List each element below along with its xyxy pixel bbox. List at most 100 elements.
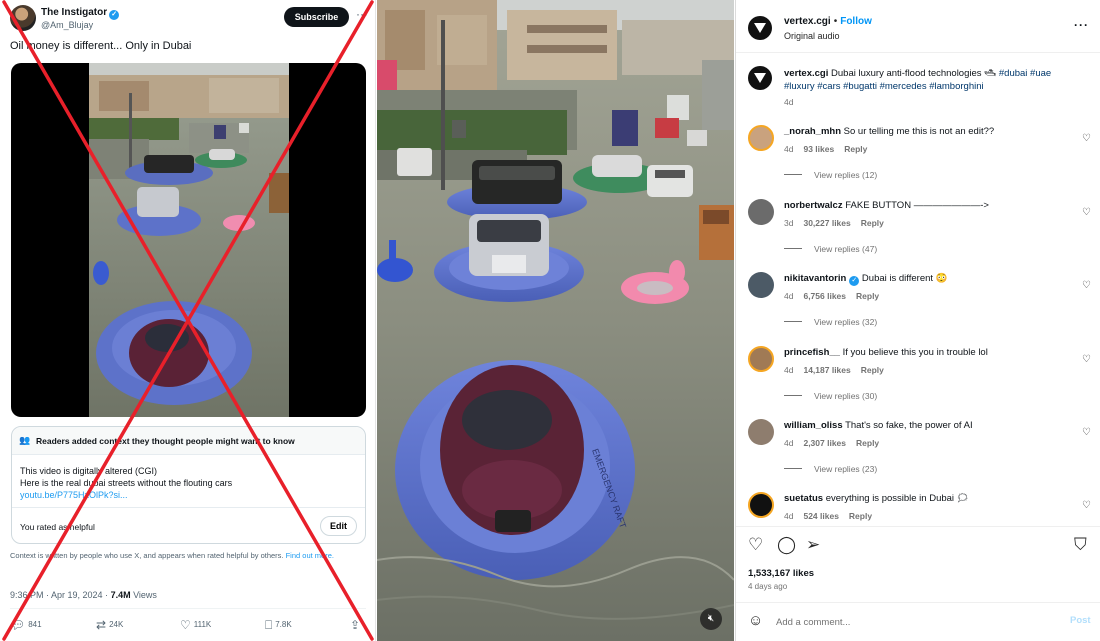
comment-meta: 3d 30,227 likes Reply [784,218,894,228]
commenter-avatar[interactable] [748,419,774,445]
commenter-username[interactable]: princefish__ [784,347,840,358]
heart-icon[interactable]: ♡ [1082,133,1091,144]
post-action-bar: 💬︎ 841 ⇄ 24K ♡ 111K ⎕ 7.8K ⇪ [10,618,366,636]
likes-count[interactable]: 1,533,167 likes [748,568,814,579]
divider [736,602,1100,603]
replies-line [784,468,802,469]
commenter-username[interactable]: william_oliss [784,420,843,431]
post-video[interactable] [11,63,366,417]
commenter-username[interactable]: nikitavantorin [784,273,846,284]
share-button[interactable]: ⇪ [350,618,363,632]
follow-button[interactable]: Follow [840,16,872,27]
like-button[interactable]: ♡ 111K [180,618,211,632]
reply-button[interactable]: Reply [861,365,884,375]
like-heart-icon[interactable]: ♡ [748,535,763,555]
comment-likes[interactable]: 524 likes [803,511,838,521]
commenter-avatar[interactable] [748,272,774,298]
comment-text: everything is possible in Dubai 🗯 [823,493,969,504]
commenter-avatar[interactable] [748,125,774,151]
find-out-more-link[interactable]: Find out more. [286,551,334,560]
separator-dot: • [833,16,838,27]
comment-item: norbertwalcz FAKE BUTTON ———————-> 3d 30,… [736,199,1100,272]
bookmark-count: 7.8K [275,620,292,629]
view-replies-label: View replies (30) [814,391,878,401]
comment-item: _norah_mhn So ur telling me this is not … [736,125,1100,198]
commenter-avatar[interactable] [748,492,774,518]
verified-badge-icon: ✓ [849,276,860,286]
comment-likes[interactable]: 93 likes [803,144,834,154]
comment-text-row: william_oliss That's so fake, the power … [784,419,1074,432]
reply-button[interactable]: Reply [856,438,879,448]
commenter-avatar[interactable] [748,199,774,225]
reply-button[interactable]: Reply [849,511,872,521]
commenter-username[interactable]: norbertwalcz [784,200,843,211]
repost-button[interactable]: ⇄ 24K [96,618,123,632]
post-text: Oil money is different... Only in Dubai [10,40,192,52]
author-handle[interactable]: @Am_Blujay [41,20,93,30]
commenter-username[interactable]: suetatus [784,493,823,504]
subscribe-button[interactable]: Subscribe [284,7,349,27]
view-replies-label: View replies (12) [814,170,878,180]
flood-scene-small-image [89,63,289,417]
comment-meta: 4d 6,756 likes Reply [784,291,889,301]
comment-meta: 4d 524 likes Reply [784,511,882,521]
heart-icon[interactable]: ♡ [1082,500,1091,511]
x-post-panel: The Instigator ✓ @Am_Blujay Subscribe ···… [0,0,376,641]
caption-avatar[interactable] [748,66,772,90]
comment-meta: 4d 14,187 likes Reply [784,365,894,375]
reply-icon: 💬︎ [10,618,26,632]
views-count: 7.4M [110,590,131,600]
share-paper-plane-icon[interactable]: ➢ [806,535,820,555]
post-comment-button[interactable]: Post [1070,615,1091,626]
edit-rating-button[interactable]: Edit [320,516,357,536]
community-note-title: Readers added context they thought peopl… [36,436,295,446]
emoji-icon[interactable]: ☺ [748,612,763,629]
add-comment-input[interactable] [776,614,1046,630]
post-time[interactable]: 9:36 PM · Apr 19, 2024 · [10,590,111,600]
mute-icon[interactable]: 🔇︎ [700,608,722,630]
view-replies-button[interactable]: View replies (12) [784,170,877,180]
instagram-panel: vertex.cgi • Follow Original audio ··· ver… [735,0,1100,641]
reply-button[interactable]: 💬︎ 841 [10,618,42,632]
commenter-avatar[interactable] [748,346,774,372]
heart-icon[interactable]: ♡ [1082,427,1091,438]
heart-icon[interactable]: ♡ [1082,207,1091,218]
heart-icon[interactable]: ♡ [1082,354,1091,365]
reel-video[interactable]: EMERGENCY RAFT [377,0,734,641]
more-options-icon[interactable]: ··· [1074,18,1089,32]
commenter-username[interactable]: _norah_mhn [784,126,841,137]
comment-item: princefish__ If you believe this you in … [736,346,1100,419]
more-options-icon[interactable]: ··· [356,7,368,21]
view-replies-button[interactable]: View replies (30) [784,391,877,401]
save-bookmark-icon[interactable]: ⛉ [1074,535,1087,555]
account-avatar[interactable] [748,16,772,40]
comment-text: So ur telling me this is not an edit?? [841,126,995,137]
comment-icon[interactable]: ◯ [777,535,796,555]
author-name-row[interactable]: The Instigator ✓ [41,7,120,20]
view-replies-button[interactable]: View replies (23) [784,464,877,474]
comment-likes[interactable]: 30,227 likes [803,218,850,228]
replies-line [784,248,802,249]
comment-likes[interactable]: 14,187 likes [803,365,850,375]
post-header: The Instigator ✓ @Am_Blujay Subscribe ··· [10,5,368,35]
caption-username[interactable]: vertex.cgi [784,68,828,79]
note-source-link[interactable]: youtu.be/P775HxOlPk?si... [20,489,232,501]
reply-button[interactable]: Reply [844,144,867,154]
caption-time: 4d [784,97,794,107]
account-username[interactable]: vertex.cgi [784,16,831,27]
verified-badge-icon: ✓ [109,10,120,20]
comment-likes[interactable]: 6,756 likes [803,291,846,301]
heart-icon[interactable]: ♡ [1082,280,1091,291]
author-name[interactable]: The Instigator [41,7,107,18]
comment-time: 4d [784,511,794,521]
heart-icon: ♡ [180,618,191,632]
reply-button[interactable]: Reply [861,218,884,228]
reply-button[interactable]: Reply [856,291,879,301]
comment-likes[interactable]: 2,307 likes [803,438,846,448]
flood-scene-image: EMERGENCY RAFT [377,0,734,641]
bookmark-button[interactable]: ⎕ 7.8K [265,618,292,633]
view-replies-button[interactable]: View replies (47) [784,244,877,254]
view-replies-button[interactable]: View replies (32) [784,317,877,327]
audio-label[interactable]: Original audio [784,31,840,41]
avatar[interactable] [10,5,36,31]
